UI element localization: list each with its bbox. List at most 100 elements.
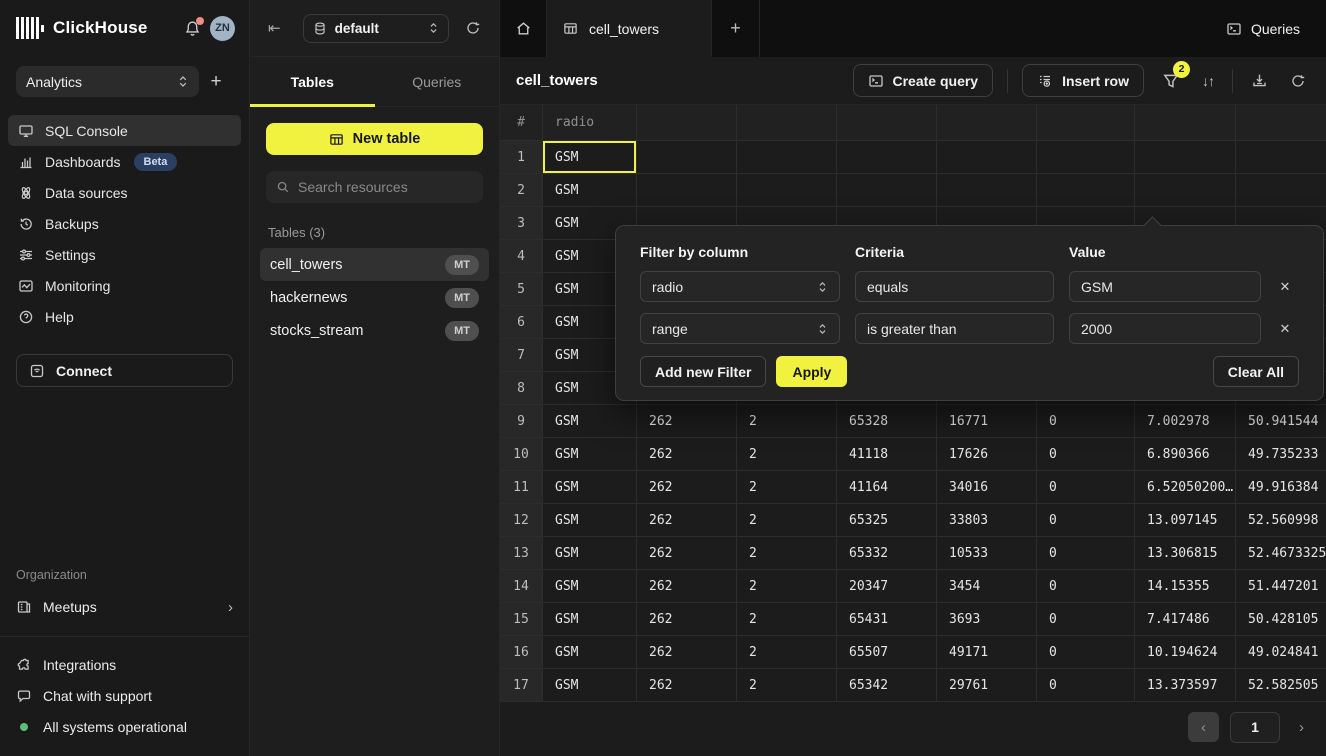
- sidebar-item-monitoring[interactable]: Monitoring: [8, 270, 241, 301]
- table-cell[interactable]: 10.194624: [1135, 636, 1236, 669]
- new-table-button[interactable]: New table: [266, 123, 483, 155]
- sidebar-item-meetups[interactable]: Meetups ›: [0, 592, 249, 622]
- table-cell[interactable]: GSM: [543, 174, 637, 207]
- table-cell[interactable]: 262: [637, 405, 737, 438]
- table-cell[interactable]: [1037, 174, 1135, 207]
- table-cell[interactable]: 49.916384: [1236, 471, 1326, 504]
- table-cell[interactable]: 65325: [837, 504, 937, 537]
- table-cell[interactable]: 41164: [837, 471, 937, 504]
- table-cell[interactable]: 262: [637, 471, 737, 504]
- database-select[interactable]: default: [303, 14, 449, 43]
- table-cell[interactable]: 49.735233: [1236, 438, 1326, 471]
- table-cell[interactable]: GSM: [543, 603, 637, 636]
- search-input[interactable]: [298, 179, 479, 195]
- table-cell[interactable]: 0: [1037, 537, 1135, 570]
- table-cell[interactable]: [837, 141, 937, 174]
- apply-button[interactable]: Apply: [776, 356, 847, 387]
- table-cell[interactable]: 17626: [937, 438, 1037, 471]
- tab-cell-towers[interactable]: cell_towers: [547, 0, 712, 57]
- table-cell[interactable]: [1236, 141, 1326, 174]
- sidebar-item-dashboards[interactable]: Dashboards Beta: [8, 146, 241, 177]
- table-cell[interactable]: 13.373597: [1135, 669, 1236, 702]
- table-cell[interactable]: GSM: [543, 471, 637, 504]
- table-cell[interactable]: GSM: [543, 141, 637, 174]
- tab-tables[interactable]: Tables: [250, 57, 375, 106]
- table-cell[interactable]: 16771: [937, 405, 1037, 438]
- table-cell[interactable]: [637, 174, 737, 207]
- filter-criteria-select[interactable]: equals: [855, 271, 1054, 302]
- workspace-select[interactable]: Analytics: [16, 66, 199, 97]
- column-header[interactable]: [837, 105, 937, 141]
- prev-page-button[interactable]: ‹: [1188, 712, 1219, 742]
- table-cell[interactable]: 6.890366: [1135, 438, 1236, 471]
- table-cell[interactable]: 13.306815: [1135, 537, 1236, 570]
- queries-button[interactable]: Queries: [1226, 0, 1326, 57]
- new-tab-button[interactable]: +: [712, 0, 760, 57]
- table-cell[interactable]: 52.4673325: [1236, 537, 1326, 570]
- sort-button[interactable]: ↓↑: [1198, 69, 1218, 93]
- table-cell[interactable]: 2: [737, 438, 837, 471]
- sidebar-item-data-sources[interactable]: Data sources: [8, 177, 241, 208]
- table-cell[interactable]: 0: [1037, 603, 1135, 636]
- table-cell[interactable]: [937, 174, 1037, 207]
- column-header[interactable]: [937, 105, 1037, 141]
- table-cell[interactable]: 2: [737, 669, 837, 702]
- table-cell[interactable]: 65431: [837, 603, 937, 636]
- connect-button[interactable]: Connect: [16, 354, 233, 387]
- table-cell[interactable]: 262: [637, 438, 737, 471]
- table-cell[interactable]: [737, 174, 837, 207]
- table-cell[interactable]: 34016: [937, 471, 1037, 504]
- filter-criteria-select[interactable]: is greater than: [855, 313, 1054, 344]
- table-cell[interactable]: 262: [637, 570, 737, 603]
- column-header[interactable]: [1236, 105, 1326, 141]
- filter-button[interactable]: 2: [1158, 68, 1184, 94]
- table-cell[interactable]: 51.447201: [1236, 570, 1326, 603]
- sidebar-item-settings[interactable]: Settings: [8, 239, 241, 270]
- table-cell[interactable]: 3693: [937, 603, 1037, 636]
- table-cell[interactable]: 0: [1037, 669, 1135, 702]
- table-cell[interactable]: [1236, 174, 1326, 207]
- remove-filter-button[interactable]: ✕: [1276, 319, 1294, 339]
- table-cell[interactable]: 3454: [937, 570, 1037, 603]
- tab-queries[interactable]: Queries: [375, 57, 500, 106]
- avatar[interactable]: ZN: [210, 16, 235, 41]
- table-cell[interactable]: 52.560998: [1236, 504, 1326, 537]
- table-cell[interactable]: 0: [1037, 405, 1135, 438]
- table-cell[interactable]: 262: [637, 537, 737, 570]
- table-cell[interactable]: 29761: [937, 669, 1037, 702]
- table-cell[interactable]: [1135, 174, 1236, 207]
- add-workspace-button[interactable]: +: [199, 71, 233, 93]
- table-cell[interactable]: [1135, 141, 1236, 174]
- table-cell[interactable]: 2: [737, 471, 837, 504]
- table-list-item[interactable]: hackernews MT: [260, 281, 489, 314]
- refresh-button[interactable]: [1286, 69, 1310, 93]
- system-status[interactable]: All systems operational: [16, 711, 233, 742]
- table-cell[interactable]: GSM: [543, 570, 637, 603]
- table-cell[interactable]: 262: [637, 669, 737, 702]
- table-cell[interactable]: 65332: [837, 537, 937, 570]
- chat-support-link[interactable]: Chat with support: [16, 680, 233, 711]
- sidebar-item-sql-console[interactable]: SQL Console: [8, 115, 241, 146]
- table-cell[interactable]: 2: [737, 636, 837, 669]
- table-cell[interactable]: [1037, 141, 1135, 174]
- table-cell[interactable]: 262: [637, 603, 737, 636]
- table-cell[interactable]: 49.024841: [1236, 636, 1326, 669]
- table-cell[interactable]: 0: [1037, 636, 1135, 669]
- clear-all-button[interactable]: Clear All: [1213, 356, 1299, 387]
- table-cell[interactable]: 33803: [937, 504, 1037, 537]
- add-filter-button[interactable]: Add new Filter: [640, 356, 766, 387]
- column-header[interactable]: [1037, 105, 1135, 141]
- table-cell[interactable]: GSM: [543, 636, 637, 669]
- table-cell[interactable]: 20347: [837, 570, 937, 603]
- table-cell[interactable]: 262: [637, 636, 737, 669]
- table-cell[interactable]: GSM: [543, 405, 637, 438]
- table-cell[interactable]: 7.002978: [1135, 405, 1236, 438]
- integrations-link[interactable]: Integrations: [16, 649, 233, 680]
- table-cell[interactable]: 2: [737, 570, 837, 603]
- table-cell[interactable]: 65342: [837, 669, 937, 702]
- home-button[interactable]: [500, 0, 547, 57]
- table-list-item[interactable]: stocks_stream MT: [260, 314, 489, 347]
- table-cell[interactable]: 41118: [837, 438, 937, 471]
- table-cell[interactable]: 50.941544: [1236, 405, 1326, 438]
- table-cell[interactable]: GSM: [543, 669, 637, 702]
